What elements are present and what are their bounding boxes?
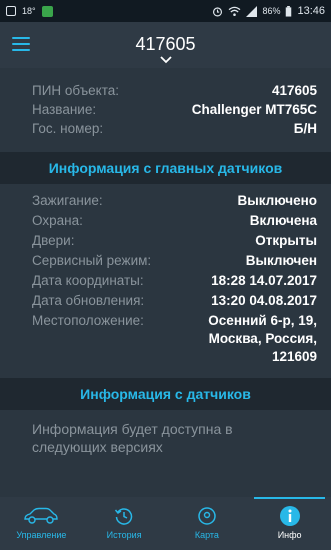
coordinates-date-row: Дата координаты: 18:28 14.07.2017 (0, 272, 331, 290)
security-label: Охрана: (32, 213, 83, 228)
status-bar: 18° 86% 13:46 (0, 0, 331, 22)
chevron-down-icon[interactable] (160, 56, 172, 64)
location-row: Местоположение: Осенний 6-р, 19, Москва,… (0, 312, 331, 366)
object-pin-label: ПИН объекта: (32, 83, 119, 98)
object-pin-row: ПИН объекта: 417605 (0, 82, 331, 100)
object-name-label: Название: (32, 102, 97, 117)
clock: 13:46 (297, 5, 325, 17)
nav-label-history: История (106, 530, 142, 540)
temperature-text: 18° (22, 6, 36, 16)
ignition-row: Зажигание: Выключено (0, 192, 331, 210)
map-pin-icon (198, 507, 216, 525)
plate-number-label: Гос. номер: (32, 121, 104, 136)
nav-item-info[interactable]: Инфо (248, 497, 331, 550)
sensors-heading: Информация с датчиков (0, 378, 331, 410)
location-value: Осенний 6-р, 19, Москва, Россия, 121609 (208, 313, 317, 364)
nav-label-control: Управление (16, 530, 67, 540)
battery-percent: 86% (262, 6, 281, 16)
update-date-row: Дата обновления: 13:20 04.08.2017 (0, 292, 331, 310)
history-icon (115, 508, 133, 525)
doors-row: Двери: Открыты (0, 232, 331, 250)
security-row: Охрана: Включена (0, 212, 331, 230)
doors-label: Двери: (32, 233, 75, 248)
info-content: ПИН объекта: 417605 Название: Challenger… (0, 68, 331, 456)
ignition-value: Выключено (237, 193, 317, 208)
car-icon (24, 507, 59, 524)
nav-item-control[interactable]: Управление (0, 497, 83, 550)
service-mode-row: Сервисный режим: Выключен (0, 252, 331, 270)
service-mode-label: Сервисный режим: (32, 253, 152, 268)
update-date-value: 13:20 04.08.2017 (211, 293, 317, 308)
sensors-message: Информация будет доступна в следующих ве… (32, 421, 233, 455)
object-name-row: Название: Challenger MT765C (0, 101, 331, 119)
signal-icon (246, 5, 258, 17)
battery-icon (286, 5, 292, 17)
nav-item-history[interactable]: История (83, 497, 166, 550)
plate-number-value: Б/Н (293, 121, 317, 136)
update-date-label: Дата обновления: (32, 293, 145, 308)
info-icon (279, 506, 300, 526)
ignition-label: Зажигание: (32, 193, 103, 208)
bottom-nav: Управление История Карта Инфо (0, 497, 331, 550)
object-details: ПИН объекта: 417605 Название: Challenger… (0, 68, 331, 138)
coordinates-date-value: 18:28 14.07.2017 (211, 273, 317, 288)
screenshot-notification-icon (6, 6, 16, 16)
app-notification-icon (41, 5, 53, 17)
main-sensors-list: Зажигание: Выключено Охрана: Включена Дв… (0, 184, 331, 378)
security-value: Включена (249, 213, 317, 228)
plate-number-row: Гос. номер: Б/Н (0, 120, 331, 138)
object-name-value: Challenger MT765C (191, 102, 317, 117)
object-pin-value: 417605 (271, 83, 317, 98)
nav-item-map[interactable]: Карта (166, 497, 249, 550)
location-label: Местоположение: (32, 313, 144, 328)
alarm-icon (213, 6, 223, 16)
nav-label-info: Инфо (277, 530, 302, 540)
service-mode-value: Выключен (245, 253, 317, 268)
wifi-icon (229, 6, 241, 16)
nav-label-map: Карта (194, 530, 219, 540)
app-header: 417605 (0, 22, 331, 68)
page-title: 417605 (135, 34, 196, 54)
doors-value: Открыты (255, 233, 317, 248)
coordinates-date-label: Дата координаты: (32, 273, 144, 288)
main-sensors-heading: Информация с главных датчиков (0, 152, 331, 184)
